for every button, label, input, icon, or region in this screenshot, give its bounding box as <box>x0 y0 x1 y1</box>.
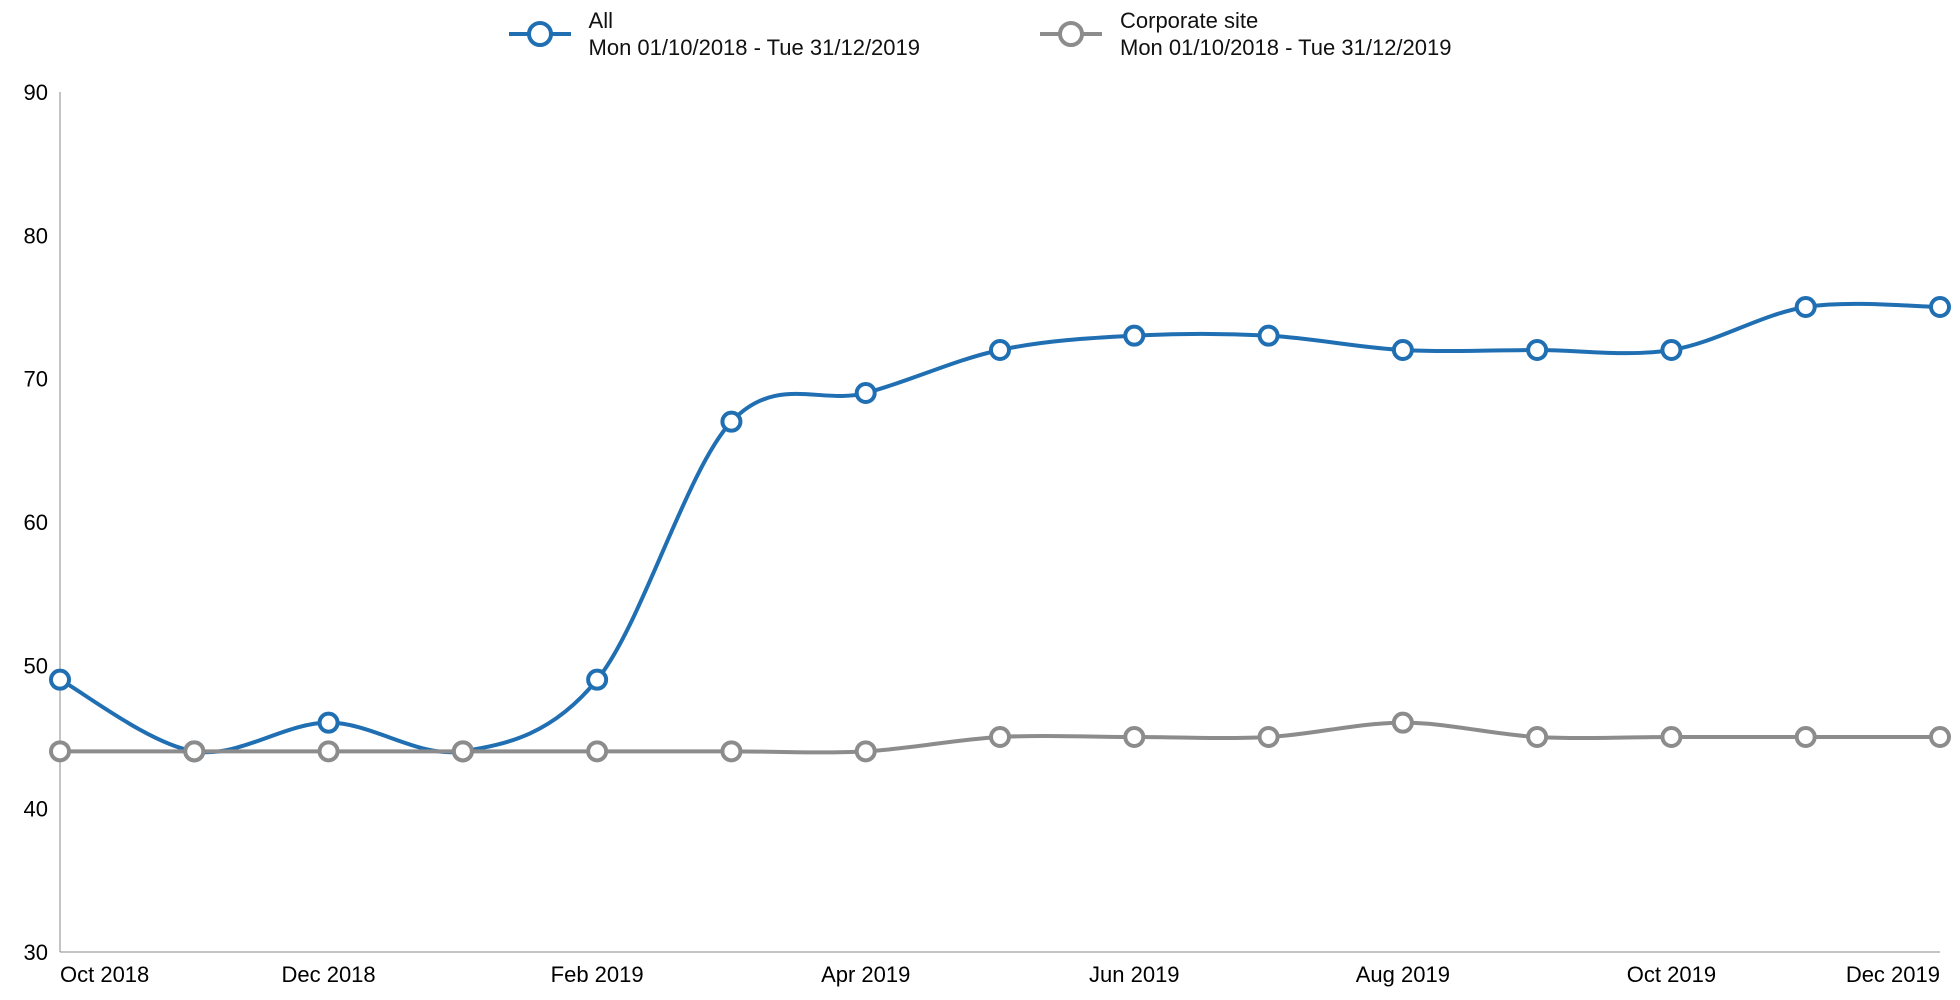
legend-swatch-0 <box>509 22 571 46</box>
x-tick-label: Apr 2019 <box>821 962 910 987</box>
data-point[interactable] <box>588 671 606 689</box>
data-point[interactable] <box>857 384 875 402</box>
data-point[interactable] <box>588 742 606 760</box>
data-point[interactable] <box>1662 341 1680 359</box>
legend-item-0[interactable]: AllMon 01/10/2018 - Tue 31/12/2019 <box>509 7 920 62</box>
data-point[interactable] <box>857 742 875 760</box>
x-tick-label: Oct 2018 <box>60 962 149 987</box>
data-point[interactable] <box>1797 298 1815 316</box>
legend-swatch-1 <box>1040 22 1102 46</box>
data-point[interactable] <box>1260 327 1278 345</box>
x-tick-label: Dec 2019 <box>1846 962 1940 987</box>
data-point[interactable] <box>1394 341 1412 359</box>
x-tick-label: Jun 2019 <box>1089 962 1180 987</box>
data-point[interactable] <box>1125 327 1143 345</box>
legend-label-1: Corporate siteMon 01/10/2018 - Tue 31/12… <box>1120 7 1451 62</box>
legend-item-1[interactable]: Corporate siteMon 01/10/2018 - Tue 31/12… <box>1040 7 1451 62</box>
y-tick-label: 60 <box>24 510 48 535</box>
data-point[interactable] <box>722 742 740 760</box>
data-point[interactable] <box>722 413 740 431</box>
data-point[interactable] <box>991 728 1009 746</box>
data-point[interactable] <box>1394 714 1412 732</box>
data-point[interactable] <box>1260 728 1278 746</box>
data-point[interactable] <box>185 742 203 760</box>
x-tick-label: Aug 2019 <box>1356 962 1450 987</box>
x-tick-label: Feb 2019 <box>551 962 644 987</box>
data-point[interactable] <box>51 742 69 760</box>
data-point[interactable] <box>320 742 338 760</box>
data-point[interactable] <box>454 742 472 760</box>
y-tick-label: 30 <box>24 940 48 965</box>
data-point[interactable] <box>51 671 69 689</box>
x-tick-label: Dec 2018 <box>281 962 375 987</box>
legend-label-0: AllMon 01/10/2018 - Tue 31/12/2019 <box>589 7 920 62</box>
data-point[interactable] <box>1797 728 1815 746</box>
y-tick-label: 80 <box>24 223 48 248</box>
y-tick-label: 70 <box>24 367 48 392</box>
data-point[interactable] <box>1528 728 1546 746</box>
y-tick-label: 50 <box>24 653 48 678</box>
data-point[interactable] <box>1931 728 1949 746</box>
x-tick-label: Oct 2019 <box>1627 962 1716 987</box>
series-line-0 <box>60 304 1940 752</box>
data-point[interactable] <box>1931 298 1949 316</box>
y-tick-label: 40 <box>24 797 48 822</box>
plot-area: 30405060708090Oct 2018Dec 2018Feb 2019Ap… <box>60 92 1940 952</box>
y-tick-label: 90 <box>24 80 48 105</box>
data-point[interactable] <box>1662 728 1680 746</box>
data-point[interactable] <box>1125 728 1143 746</box>
legend: AllMon 01/10/2018 - Tue 31/12/2019 Corpor… <box>0 4 1960 64</box>
data-point[interactable] <box>1528 341 1546 359</box>
data-point[interactable] <box>991 341 1009 359</box>
data-point[interactable] <box>320 714 338 732</box>
